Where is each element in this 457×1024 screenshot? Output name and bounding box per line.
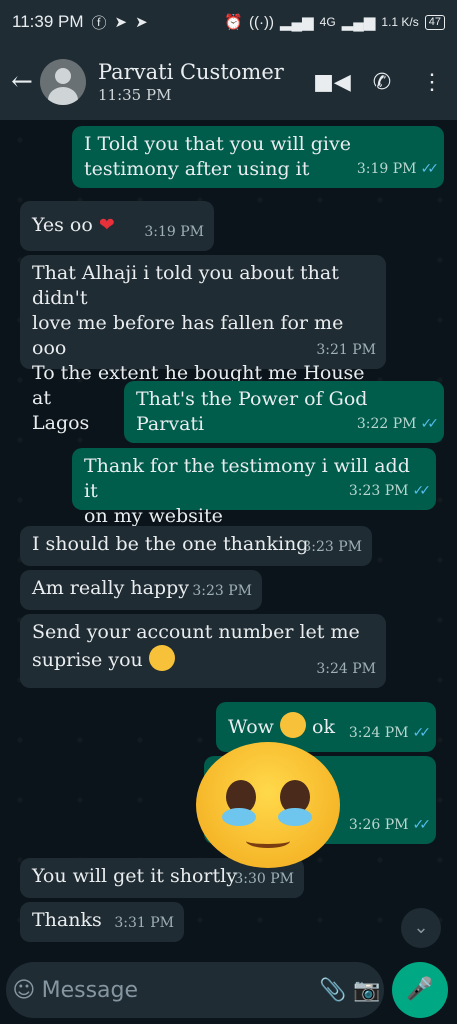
message-time: 3:19 PM bbox=[356, 161, 417, 177]
message-text-after: ok bbox=[305, 716, 335, 738]
facebook-icon: ⓕ bbox=[91, 14, 107, 32]
message-text: Wow bbox=[228, 716, 280, 738]
read-ticks-icon: ✓✓ bbox=[412, 483, 432, 499]
message-text: I should be the one thanking bbox=[32, 533, 309, 555]
signal-icon-2: ▂▄▆ bbox=[341, 14, 376, 31]
message-bubble[interactable]: I Told you that you will give testimony … bbox=[72, 126, 444, 188]
message-bubble[interactable]: Thank for the testimony i will add it on… bbox=[72, 448, 436, 527]
alarm-icon: ⏰ bbox=[224, 14, 243, 31]
read-ticks-icon: ✓✓ bbox=[420, 161, 440, 177]
message-time: 3:23 PM bbox=[348, 483, 409, 499]
message-text: Send your account number let me suprise … bbox=[32, 621, 360, 671]
smiling-emoji-icon bbox=[148, 645, 175, 671]
message-composer: ☺ 📎 📷 bbox=[6, 962, 384, 1018]
chat-header: ← Parvati Customer 11:35 PM ■◀ ✆ ⋮ bbox=[0, 44, 457, 120]
pleading-face-emoji-icon bbox=[196, 742, 340, 868]
message-time: 3:23 PM bbox=[192, 583, 252, 599]
message-text: Am really happy bbox=[32, 577, 189, 599]
attachment-icon[interactable]: 📎 bbox=[316, 978, 350, 1003]
read-ticks-icon: ✓✓ bbox=[420, 416, 440, 432]
message-time: 3:24 PM bbox=[348, 725, 409, 741]
message-time: 3:24 PM bbox=[316, 661, 376, 677]
heart-emoji-icon: ❤ bbox=[98, 214, 115, 236]
avatar[interactable] bbox=[40, 59, 86, 105]
message-text: Yes oo bbox=[32, 214, 99, 236]
more-options-icon[interactable]: ⋮ bbox=[407, 70, 457, 95]
message-time: 3:19 PM bbox=[144, 224, 204, 240]
message-time: 3:31 PM bbox=[114, 915, 174, 931]
message-bubble[interactable]: I should be the one thanking 3:23 PM bbox=[20, 526, 372, 566]
voice-call-icon[interactable]: ✆ bbox=[357, 70, 407, 95]
message-bubble[interactable]: That's the Power of God Parvati 3:22 PM ✓… bbox=[124, 381, 444, 443]
camera-icon[interactable]: 📷 bbox=[350, 978, 384, 1003]
network-type: 4G bbox=[319, 15, 336, 29]
signal-icon: ▂▄▆ bbox=[279, 14, 314, 31]
composer-bar: ☺ 📎 📷 🎤 bbox=[0, 956, 457, 1024]
message-time: 3:21 PM bbox=[316, 342, 376, 358]
telegram-icon: ➤ bbox=[114, 14, 128, 31]
message-bubble[interactable]: Send your account number let me suprise … bbox=[20, 614, 386, 688]
message-bubble[interactable]: Am really happy 3:23 PM bbox=[20, 570, 262, 610]
status-time: 11:39 PM bbox=[12, 12, 84, 31]
status-bar: 11:39 PM ⓕ ➤ ➤ ⏰ ((·)) ▂▄▆ 4G ▂▄▆ 1.1 K/… bbox=[0, 0, 457, 44]
scroll-down-icon[interactable]: ⌄ bbox=[401, 908, 441, 948]
message-time: 3:23 PM bbox=[302, 539, 362, 555]
message-text: That's the Power of God Parvati bbox=[136, 388, 374, 435]
message-time: 3:26 PM bbox=[348, 817, 409, 833]
network-speed: 1.1 K/s bbox=[381, 15, 419, 29]
message-bubble[interactable]: Yes oo ❤ 3:19 PM bbox=[20, 201, 214, 251]
contact-info[interactable]: Parvati Customer 11:35 PM bbox=[98, 59, 307, 105]
message-text: Thanks bbox=[32, 909, 102, 931]
message-input[interactable] bbox=[41, 977, 316, 1003]
emoji-icon[interactable]: ☺ bbox=[6, 978, 42, 1003]
message-text: I Told you that you will give testimony … bbox=[84, 133, 351, 180]
message-text: You will get it shortly bbox=[32, 865, 237, 887]
battery-icon: 47 bbox=[424, 14, 445, 30]
microphone-button[interactable]: 🎤 bbox=[392, 962, 448, 1018]
message-time: 3:22 PM bbox=[356, 416, 417, 432]
telegram-icon-2: ➤ bbox=[135, 14, 148, 31]
video-call-icon[interactable]: ■◀ bbox=[307, 70, 357, 95]
contact-name: Parvati Customer bbox=[98, 60, 284, 84]
read-ticks-icon: ✓✓ bbox=[412, 725, 432, 741]
back-arrow-icon[interactable]: ← bbox=[4, 67, 40, 97]
message-bubble[interactable]: Thanks 3:31 PM bbox=[20, 902, 184, 942]
flushed-emoji-icon bbox=[279, 712, 306, 738]
message-bubble[interactable]: That Alhaji i told you about that didn't… bbox=[20, 255, 386, 434]
read-ticks-icon: ✓✓ bbox=[412, 817, 432, 833]
hotspot-icon: ((·)) bbox=[248, 13, 274, 31]
last-seen: 11:35 PM bbox=[98, 86, 172, 104]
message-time: 3:30 PM bbox=[234, 871, 294, 887]
